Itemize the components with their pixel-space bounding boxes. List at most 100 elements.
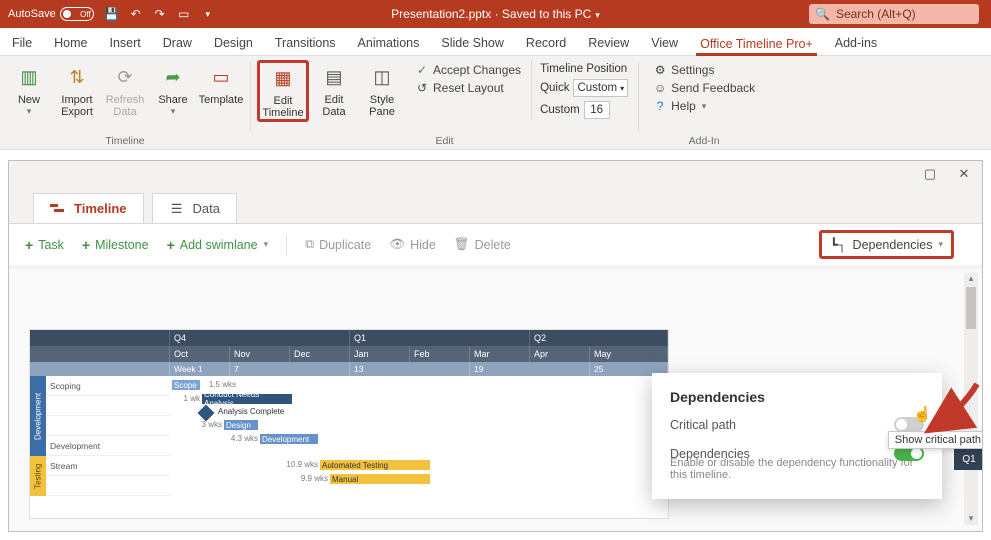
check-icon: ✓: [415, 63, 429, 77]
close-icon[interactable]: ✕: [956, 166, 972, 182]
tab-addins[interactable]: Add-ins: [831, 33, 881, 56]
row-stream[interactable]: Stream: [46, 456, 170, 476]
tab-record[interactable]: Record: [522, 33, 570, 56]
tab-insert[interactable]: Insert: [106, 33, 145, 56]
scrollbar-thumb[interactable]: [966, 287, 976, 329]
task-development[interactable]: Development: [260, 434, 318, 444]
scroll-down-icon[interactable]: ▾: [964, 513, 978, 525]
custom-value[interactable]: 16: [584, 101, 610, 119]
search-input[interactable]: 🔍 Search (Alt+Q): [809, 4, 979, 24]
gantt-chart: Q4 Q1 Q2 Oct Nov Dec Jan Feb Mar Apr May…: [29, 329, 669, 519]
tab-transitions[interactable]: Transitions: [271, 33, 340, 56]
timeline-tab-icon: [50, 203, 66, 215]
undo-icon[interactable]: ↶: [128, 6, 144, 22]
delete-button: 🗑Delete: [454, 237, 511, 252]
tab-office-timeline[interactable]: Office Timeline Pro+: [696, 34, 817, 57]
tab-design[interactable]: Design: [210, 33, 257, 56]
settings-button[interactable]: ⚙Settings: [649, 62, 759, 78]
tab-home[interactable]: Home: [50, 33, 91, 56]
critical-path-label: Critical path: [670, 418, 736, 432]
edit-timeline-icon: ▦: [270, 65, 296, 91]
autosave-control[interactable]: AutoSave Off: [8, 7, 94, 21]
tab-view[interactable]: View: [647, 33, 682, 56]
qat-more-icon[interactable]: ▾: [200, 6, 216, 22]
quarter-badge: Q1: [954, 448, 982, 470]
dependencies-description: Enable or disable the dependency functio…: [670, 457, 924, 481]
autosave-toggle[interactable]: Off: [60, 7, 94, 21]
group-edit-label: Edit: [436, 135, 454, 149]
gear-icon: ⚙: [653, 63, 667, 77]
row-scoping[interactable]: Scoping: [46, 376, 170, 396]
save-icon[interactable]: 💾: [104, 6, 120, 22]
tab-review[interactable]: Review: [584, 33, 633, 56]
row-development[interactable]: Development: [46, 436, 170, 456]
reset-layout-button[interactable]: ↺Reset Layout: [411, 80, 525, 96]
delete-icon: 🗑: [454, 237, 470, 252]
hide-icon: 👁: [389, 237, 405, 252]
template-button[interactable]: ▭ Template: [198, 60, 244, 108]
swimlane-development[interactable]: Development: [30, 376, 46, 456]
edit-pane: ▢ ✕ Timeline ☰ Data +Task +Milestone +Ad…: [8, 160, 983, 532]
ribbon-content: ▥ New ▾ ⇅ Import Export ⟳ Refresh Data ➦…: [0, 56, 991, 150]
group-timeline-label: Timeline: [105, 135, 144, 149]
timeline-canvas[interactable]: ▴ ▾ Q4 Q1 Q2 Oct Nov Dec Jan Feb Mar Apr…: [9, 269, 982, 531]
task-automated-testing[interactable]: Automated Testing: [320, 460, 430, 470]
add-milestone-button[interactable]: +Milestone: [82, 237, 149, 253]
search-icon: 🔍: [815, 7, 830, 21]
task-conduct-needs[interactable]: Conduct Needs Analysis: [202, 394, 292, 404]
redo-icon[interactable]: ↷: [152, 6, 168, 22]
dependency-icon: ┗┐: [830, 237, 846, 252]
task-scope[interactable]: Scope: [172, 380, 200, 390]
data-tab-icon: ☰: [169, 203, 185, 215]
share-icon: ➦: [160, 64, 186, 90]
send-feedback-button[interactable]: ☺Send Feedback: [649, 80, 759, 96]
duplicate-icon: ⧉: [305, 237, 314, 252]
new-icon: ▥: [16, 64, 42, 90]
dependencies-dropdown[interactable]: ┗┐ Dependencies ▾: [819, 230, 954, 259]
help-button[interactable]: ?Help▾: [649, 98, 759, 114]
present-icon[interactable]: ▭: [176, 6, 192, 22]
edit-timeline-button[interactable]: ▦ Edit Timeline: [257, 60, 309, 122]
swimlane-testing[interactable]: Testing: [30, 456, 46, 496]
new-button[interactable]: ▥ New ▾: [6, 60, 52, 119]
app-titlebar: AutoSave Off 💾 ↶ ↷ ▭ ▾ Presentation2.ppt…: [0, 0, 991, 28]
import-export-icon: ⇅: [64, 64, 90, 90]
autosave-label: AutoSave: [8, 8, 56, 20]
template-icon: ▭: [208, 64, 234, 90]
refresh-data-button: ⟳ Refresh Data: [102, 60, 148, 120]
pane-toolbar: +Task +Milestone +Add swimlane▾ ⧉Duplica…: [9, 223, 982, 265]
search-placeholder: Search (Alt+Q): [836, 7, 916, 21]
callout-arrow-icon: [922, 379, 982, 439]
popover-title: Dependencies: [670, 389, 924, 405]
row-blank2[interactable]: [46, 416, 170, 436]
edit-data-button[interactable]: ▤ Edit Data: [311, 60, 357, 120]
pane-tab-data[interactable]: ☰ Data: [152, 193, 237, 223]
task-manual[interactable]: Manual: [330, 474, 430, 484]
smile-icon: ☺: [653, 81, 667, 95]
tab-slideshow[interactable]: Slide Show: [437, 33, 508, 56]
add-task-button[interactable]: +Task: [25, 237, 64, 253]
tab-draw[interactable]: Draw: [159, 33, 196, 56]
tab-animations[interactable]: Animations: [354, 33, 424, 56]
add-swimlane-button[interactable]: +Add swimlane▾: [167, 237, 269, 253]
accept-changes-button[interactable]: ✓Accept Changes: [411, 62, 525, 78]
style-pane-button[interactable]: ◫ Style Pane: [359, 60, 405, 120]
document-title[interactable]: Presentation2.pptx · Saved to this PC: [391, 7, 600, 21]
share-button[interactable]: ➦ Share ▾: [150, 60, 196, 119]
edit-data-icon: ▤: [321, 64, 347, 90]
reset-icon: ↺: [415, 81, 429, 95]
group-addin-label: Add-In: [689, 135, 720, 149]
hide-button: 👁Hide: [389, 237, 436, 252]
scroll-up-icon[interactable]: ▴: [964, 273, 978, 285]
help-icon: ?: [653, 99, 667, 113]
maximize-icon[interactable]: ▢: [922, 166, 938, 182]
import-export-button[interactable]: ⇅ Import Export: [54, 60, 100, 120]
timeline-position-label: Timeline Position: [540, 62, 628, 76]
row-blank[interactable]: [46, 396, 170, 416]
task-design[interactable]: Design: [224, 420, 258, 430]
pane-tab-timeline[interactable]: Timeline: [33, 193, 144, 223]
quick-select[interactable]: Custom▾: [573, 79, 628, 97]
pane-tabs: Timeline ☰ Data: [9, 187, 982, 223]
ribbon-tab-row: File Home Insert Draw Design Transitions…: [0, 28, 991, 56]
tab-file[interactable]: File: [8, 33, 36, 56]
